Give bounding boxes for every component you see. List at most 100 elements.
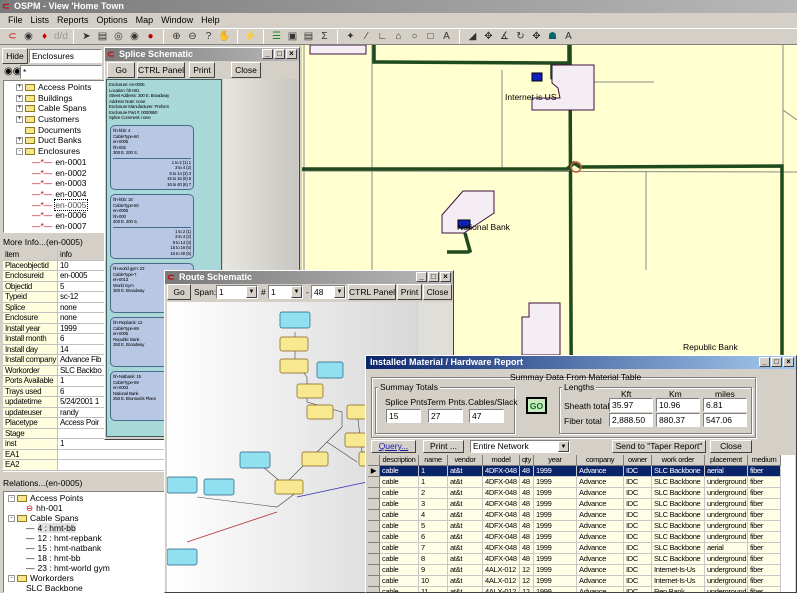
menu-file[interactable]: File: [8, 13, 23, 28]
menu-window[interactable]: Window: [161, 13, 193, 28]
table-row[interactable]: cable 6 at&t 4DFX-048 48 1999 Advance IDC SLC Ba…: [368, 532, 795, 543]
row-selector[interactable]: [368, 576, 380, 587]
table-cell[interactable]: IDC: [624, 488, 652, 499]
table-row[interactable]: cable 3 at&t 4DFX-048 48 1999 Advance IDC SLC Ba…: [368, 499, 795, 510]
table-cell[interactable]: 5: [419, 521, 448, 532]
close-window-button[interactable]: ×: [440, 272, 451, 282]
table-cell[interactable]: 4ALX-012: [483, 587, 520, 592]
table-cell[interactable]: 4ALX-012: [483, 565, 520, 576]
expand-toggle-icon[interactable]: -: [16, 147, 23, 155]
house-icon[interactable]: ☗: [546, 30, 559, 43]
table-cell[interactable]: 6: [419, 532, 448, 543]
row-selector[interactable]: [368, 554, 380, 565]
expand-toggle-icon[interactable]: +: [16, 137, 23, 145]
table-cell[interactable]: 1999: [534, 576, 577, 587]
table-cell[interactable]: fiber: [748, 466, 781, 477]
column-header[interactable]: qty: [520, 455, 534, 466]
cable-card[interactable]: hh-hbb: 18 CableType-60 en-0005 hh-000 400 E…: [110, 194, 194, 259]
label-icon[interactable]: A: [562, 30, 575, 43]
table-cell[interactable]: 4DFX-048: [483, 477, 520, 488]
material-table[interactable]: description name vendor model qty year company…: [368, 455, 795, 592]
node-icon[interactable]: ✦: [344, 30, 357, 43]
expand-toggle-icon[interactable]: +: [16, 94, 23, 102]
table-cell[interactable]: at&t: [448, 543, 483, 554]
go-button[interactable]: Go: [167, 284, 191, 300]
row-selector[interactable]: [368, 477, 380, 488]
table-cell[interactable]: at&t: [448, 499, 483, 510]
table-cell[interactable]: SLC Backbone: [652, 466, 705, 477]
go-button[interactable]: Go: [107, 62, 135, 78]
table-cell[interactable]: Advance: [577, 543, 624, 554]
table-cell[interactable]: fiber: [748, 576, 781, 587]
table-cell[interactable]: underground: [705, 488, 748, 499]
table-cell[interactable]: 12: [520, 587, 534, 592]
table-cell[interactable]: 2: [419, 488, 448, 499]
table-cell[interactable]: at&t: [448, 532, 483, 543]
span-select[interactable]: 1 ▼: [216, 285, 258, 299]
row-selector[interactable]: [368, 488, 380, 499]
table-cell[interactable]: Advance: [577, 576, 624, 587]
table-cell[interactable]: at&t: [448, 466, 483, 477]
table-cell[interactable]: 4DFX-048: [483, 532, 520, 543]
table-row[interactable]: cable 7 at&t 4DFX-048 48 1999 Advance IDC SLC Ba…: [368, 543, 795, 554]
table-cell[interactable]: 1999: [534, 510, 577, 521]
table-cell[interactable]: underground: [705, 477, 748, 488]
column-header[interactable]: placement: [705, 455, 748, 466]
table-cell[interactable]: 48: [520, 510, 534, 521]
table-cell[interactable]: 8: [419, 554, 448, 565]
table-cell[interactable]: 4DFX-048: [483, 510, 520, 521]
chevron-down-icon[interactable]: ▼: [334, 286, 345, 298]
column-header[interactable]: vendor: [448, 455, 483, 466]
table-cell[interactable]: 9: [419, 565, 448, 576]
minimize-button[interactable]: _: [262, 49, 273, 59]
sheath-miles-field[interactable]: 6.81: [703, 398, 747, 412]
expand-toggle-icon[interactable]: +: [16, 105, 23, 113]
layer-select[interactable]: Enclosures: [29, 49, 102, 63]
table-cell[interactable]: cable: [380, 565, 419, 576]
polygon-icon[interactable]: ⌂: [392, 30, 405, 43]
cable-card[interactable]: hh-hbb: 4 CableType-60 en-0005 hh-002 300 E.…: [110, 125, 194, 190]
table-cell[interactable]: Internet-Is-Us: [652, 576, 705, 587]
report-title-bar[interactable]: Installed Material / Hardware Report _ □ ×: [366, 356, 796, 369]
close-window-button[interactable]: ×: [783, 357, 794, 367]
stop-icon[interactable]: ●: [144, 30, 157, 43]
table-cell[interactable]: underground: [705, 565, 748, 576]
expand-toggle-icon[interactable]: +: [16, 115, 23, 123]
search-input[interactable]: *: [20, 65, 102, 79]
splice-points-field[interactable]: 15: [386, 409, 421, 423]
table-cell[interactable]: SLC Backbone: [652, 488, 705, 499]
sum-icon[interactable]: Σ: [318, 30, 331, 43]
table-cell[interactable]: underground: [705, 510, 748, 521]
table-cell[interactable]: at&t: [448, 510, 483, 521]
table-cell[interactable]: fiber: [748, 532, 781, 543]
table-cell[interactable]: Advance: [577, 510, 624, 521]
table-cell[interactable]: cable: [380, 576, 419, 587]
maximize-button[interactable]: □: [771, 357, 782, 367]
table-cell[interactable]: at&t: [448, 521, 483, 532]
table-cell[interactable]: underground: [705, 554, 748, 565]
table-row[interactable]: cable 11 at&t 4ALX-012 12 1999 Advance IDC Rep B…: [368, 587, 795, 592]
term-points-field[interactable]: 27: [428, 409, 463, 423]
chevron-down-icon[interactable]: ▼: [558, 441, 569, 452]
menu-reports[interactable]: Reports: [57, 13, 89, 28]
list-icon[interactable]: ▤: [302, 30, 315, 43]
eye-icon[interactable]: ◉: [22, 30, 35, 43]
scope-select[interactable]: Entire Network ▼: [470, 440, 570, 453]
row-selector[interactable]: [368, 521, 380, 532]
table-cell[interactable]: underground: [705, 521, 748, 532]
table-cell[interactable]: 4DFX-048: [483, 543, 520, 554]
table-cell[interactable]: cable: [380, 554, 419, 565]
minimize-button[interactable]: _: [759, 357, 770, 367]
cables-slack-field[interactable]: 47: [469, 409, 504, 423]
table-cell[interactable]: 1999: [534, 543, 577, 554]
table-cell[interactable]: Advance: [577, 488, 624, 499]
table-cell[interactable]: IDC: [624, 587, 652, 592]
table-cell[interactable]: 48: [520, 488, 534, 499]
chevron-down-icon[interactable]: ▼: [291, 286, 302, 298]
table-cell[interactable]: IDC: [624, 554, 652, 565]
layers-icon[interactable]: ☰: [270, 30, 283, 43]
expand-toggle-icon[interactable]: +: [16, 83, 23, 91]
table-cell[interactable]: fiber: [748, 565, 781, 576]
polyline-icon[interactable]: ∟: [376, 30, 389, 43]
select-circle-icon[interactable]: ◎: [112, 30, 125, 43]
